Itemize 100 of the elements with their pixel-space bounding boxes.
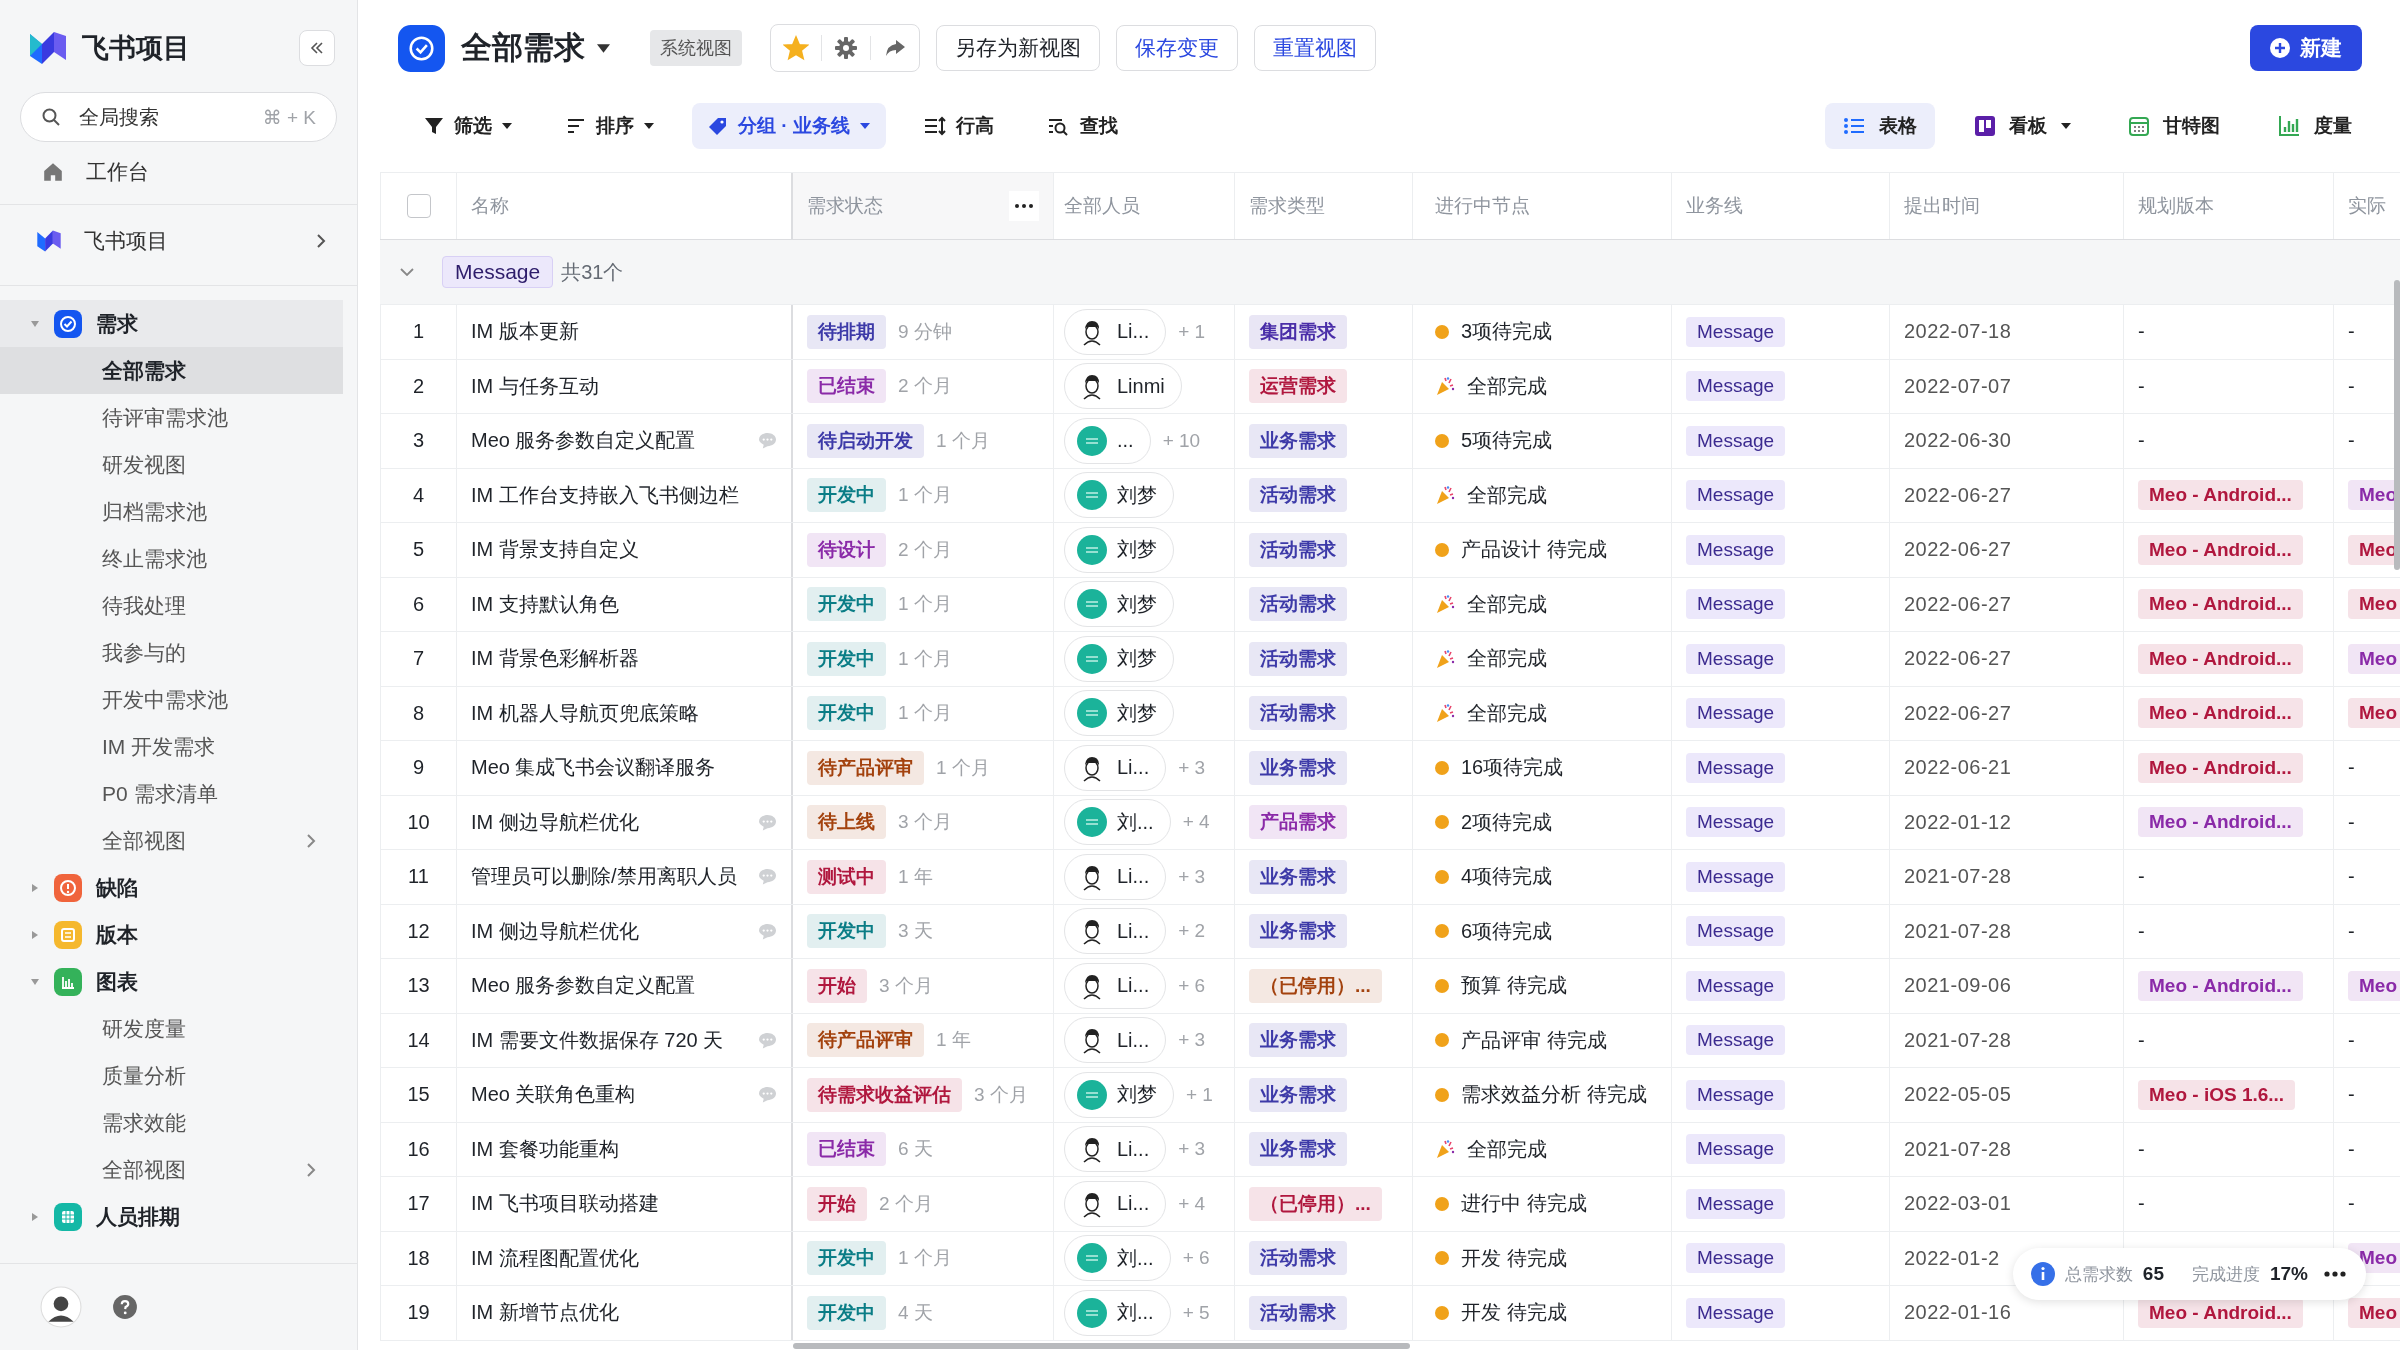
status-tag[interactable]: 待需求收益评估 xyxy=(807,1077,962,1112)
comment-icon[interactable] xyxy=(758,922,777,940)
task-name[interactable]: Meo 关联角色重构 xyxy=(471,1081,746,1109)
status-tag[interactable]: 待设计 xyxy=(807,532,886,567)
status-tag[interactable]: 开发中 xyxy=(807,587,886,622)
status-tag[interactable]: 开发中 xyxy=(807,641,886,676)
tree-item[interactable]: 我参与的 xyxy=(0,629,343,676)
type-tag: 活动需求 xyxy=(1249,641,1347,676)
status-tag[interactable]: 开发中 xyxy=(807,478,886,513)
status-tag[interactable]: 待启动开发 xyxy=(807,423,924,458)
caret-down-icon xyxy=(2061,123,2071,129)
comment-icon[interactable] xyxy=(758,1086,777,1104)
task-name[interactable]: IM 背景支持自定义 xyxy=(471,536,777,564)
tree-item[interactable]: 版本 xyxy=(0,911,343,958)
toolbar-button[interactable]: 查找 xyxy=(1031,103,1134,149)
search-input[interactable]: 全局搜索 xyxy=(77,104,247,130)
task-name[interactable]: 管理员可以删除/禁用离职人员 xyxy=(471,863,746,891)
toolbar-button[interactable]: 筛选 xyxy=(408,103,528,149)
task-name[interactable]: IM 侧边导航栏优化 xyxy=(471,808,746,836)
tree-item[interactable]: 需求效能 xyxy=(0,1099,343,1146)
comment-icon[interactable] xyxy=(758,868,777,886)
task-name[interactable]: Meo 集成飞书会议翻译服务 xyxy=(471,754,777,782)
check-icon xyxy=(398,24,445,72)
tree-item[interactable]: 研发度量 xyxy=(0,1005,343,1052)
task-name[interactable]: IM 套餐功能重构 xyxy=(471,1135,777,1163)
status-tag[interactable]: 待产品评审 xyxy=(807,1023,924,1058)
status-tag[interactable]: 开发中 xyxy=(807,914,886,949)
task-name[interactable]: IM 支持默认角色 xyxy=(471,590,777,618)
tree-item[interactable]: 图表 xyxy=(0,958,343,1005)
status-tag[interactable]: 开始 xyxy=(807,1186,867,1221)
view-tab[interactable]: 度量 xyxy=(2260,103,2370,149)
status-tag[interactable]: 已结束 xyxy=(807,1132,886,1167)
new-button[interactable]: 新建 xyxy=(2250,25,2362,71)
task-name[interactable]: IM 需要文件数据保存 720 天 xyxy=(471,1026,746,1054)
status-tag[interactable]: 开发中 xyxy=(807,1241,886,1276)
status-tag[interactable]: 测试中 xyxy=(807,859,886,894)
tree-item[interactable]: 全部视图 xyxy=(0,817,343,864)
select-all-checkbox[interactable] xyxy=(406,194,431,218)
row-number: 19 xyxy=(407,1301,430,1325)
task-name[interactable]: IM 侧边导航栏优化 xyxy=(471,917,746,945)
horizontal-scrollbar[interactable] xyxy=(793,1343,1410,1349)
business-line-tag: Message xyxy=(1686,480,1786,511)
tree-item[interactable]: 开发中需求池 xyxy=(0,676,343,723)
tree-item[interactable]: 待评审需求池 xyxy=(0,394,343,441)
comment-icon[interactable] xyxy=(758,1031,777,1049)
view-tab[interactable]: 甘特图 xyxy=(2111,103,2238,149)
time-ago: 2 个月 xyxy=(898,537,952,562)
task-name[interactable]: IM 工作台支持嵌入飞书侧边栏 xyxy=(471,481,777,509)
status-tag[interactable]: 已结束 xyxy=(807,369,886,404)
task-name[interactable]: Meo 服务参数自定义配置 xyxy=(471,427,746,455)
status-tag[interactable]: 待上线 xyxy=(807,805,886,840)
tree-item[interactable]: 研发视图 xyxy=(0,441,343,488)
column-menu-button[interactable] xyxy=(1009,191,1039,221)
tree-item[interactable]: 需求 xyxy=(0,300,343,347)
comment-icon[interactable] xyxy=(758,813,777,831)
caret-down-icon[interactable] xyxy=(597,43,610,53)
tree-item[interactable]: IM 开发需求 xyxy=(0,723,343,770)
tree-item[interactable]: P0 需求清单 xyxy=(0,770,343,817)
tree-item[interactable]: 全部视图 xyxy=(0,1146,343,1193)
task-name[interactable]: IM 版本更新 xyxy=(471,318,777,346)
view-button[interactable]: 另存为新视图 xyxy=(936,25,1100,71)
toolbar-button[interactable]: 行高 xyxy=(907,103,1010,149)
tree-item[interactable]: 质量分析 xyxy=(0,1052,343,1099)
comment-icon[interactable] xyxy=(758,432,777,450)
tree-item[interactable]: 终止需求池 xyxy=(0,535,343,582)
row-number: 7 xyxy=(412,647,425,671)
toolbar-button[interactable]: 排序 xyxy=(550,103,670,149)
tree-item[interactable]: 归档需求池 xyxy=(0,488,343,535)
date-text: 2021-07-28 xyxy=(1904,1137,2012,1161)
type-tag: 业务需求 xyxy=(1249,1023,1347,1058)
tree-item[interactable]: 待我处理 xyxy=(0,582,343,629)
tree-item[interactable]: 全部需求 xyxy=(0,347,343,394)
task-name[interactable]: Meo 服务参数自定义配置 xyxy=(471,972,777,1000)
view-button[interactable]: 保存变更 xyxy=(1116,25,1238,71)
workbench-item[interactable]: 工作台 xyxy=(0,148,357,196)
tree-item[interactable]: 缺陷 xyxy=(0,864,343,911)
status-tag[interactable]: 待排期 xyxy=(807,314,886,349)
view-button[interactable]: 重置视图 xyxy=(1254,25,1376,71)
avatar-icon[interactable] xyxy=(40,1286,82,1328)
task-name[interactable]: IM 机器人导航页兜底策略 xyxy=(471,699,777,727)
vertical-scrollbar[interactable] xyxy=(2394,280,2400,570)
toolbar-button[interactable]: 分组 · 业务线 xyxy=(692,103,886,149)
view-tab[interactable]: 看板 xyxy=(1957,103,2089,149)
status-tag[interactable]: 待产品评审 xyxy=(807,750,924,785)
status-tag[interactable]: 开始 xyxy=(807,968,867,1003)
task-name[interactable]: IM 新增节点优化 xyxy=(471,1299,777,1327)
project-item[interactable]: 飞书项目 xyxy=(0,215,357,267)
task-name[interactable]: IM 与任务互动 xyxy=(471,372,777,400)
collapse-chevron-icon[interactable] xyxy=(400,268,414,276)
task-name[interactable]: IM 背景色彩解析器 xyxy=(471,645,777,673)
more-icon[interactable] xyxy=(2324,1271,2346,1277)
status-tag[interactable]: 开发中 xyxy=(807,696,886,731)
task-name[interactable]: IM 飞书项目联动搭建 xyxy=(471,1190,777,1218)
tree-item[interactable]: 人员排期 xyxy=(0,1193,343,1240)
view-title[interactable]: 全部需求 xyxy=(461,27,585,69)
help-icon[interactable] xyxy=(112,1294,138,1320)
task-name[interactable]: IM 流程图配置优化 xyxy=(471,1244,777,1272)
status-tag[interactable]: 开发中 xyxy=(807,1295,886,1330)
collapse-button[interactable] xyxy=(299,30,335,66)
view-tab[interactable]: 表格 xyxy=(1825,103,1935,149)
